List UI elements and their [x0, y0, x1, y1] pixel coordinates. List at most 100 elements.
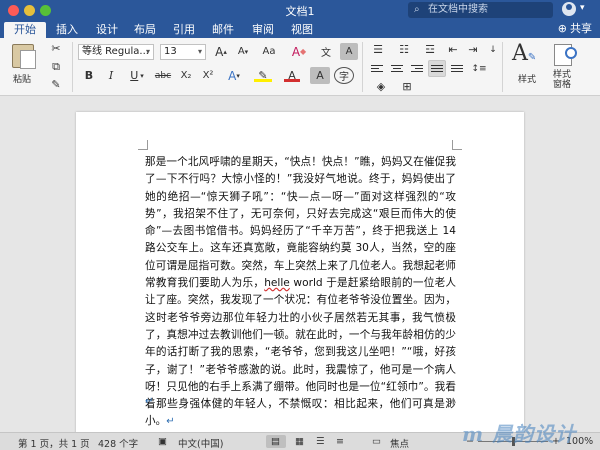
phonetic-guide-button[interactable]: 文	[316, 43, 336, 60]
chevron-down-icon: ▾	[140, 71, 144, 80]
styles-icon[interactable]: A✎	[512, 41, 536, 66]
search-placeholder: 在文档中搜索	[428, 4, 488, 15]
proofing-icon[interactable]: ▣	[158, 436, 167, 447]
char-border-button[interactable]: A	[340, 43, 358, 60]
paragraph-mark: ↵	[166, 416, 175, 428]
font-color-button[interactable]: A	[280, 67, 304, 84]
outline-view-icon[interactable]: ☰	[316, 436, 325, 447]
watermark-logo: m 晨韵设计网	[462, 422, 577, 446]
paint-bucket-icon: ◈	[376, 80, 386, 93]
highlight-button[interactable]: ✎	[250, 67, 276, 84]
clear-format-icon: A	[291, 44, 301, 59]
char-border-icon: A	[345, 46, 353, 57]
share-button[interactable]: ⊕ 共享	[558, 21, 592, 37]
page-count[interactable]: 第 1 页，共 1 页	[18, 436, 90, 450]
share-label: 共享	[570, 22, 592, 35]
text-effects-button[interactable]: A ▾	[222, 67, 246, 84]
copy-icon[interactable]: ⧉	[46, 58, 66, 75]
language-status[interactable]: 中文(中国)	[178, 436, 223, 450]
tab-review[interactable]: 审阅	[248, 22, 278, 38]
chevron-down-icon: ▾	[145, 47, 150, 56]
bold-button[interactable]: B	[80, 67, 98, 84]
line-spacing-button[interactable]: ↕≡	[468, 60, 490, 77]
borders-button[interactable]: ⊞	[396, 78, 418, 95]
add-person-icon: ⊕	[557, 22, 567, 35]
multilevel-list-icon: ☲	[425, 43, 435, 56]
sort-button[interactable]: ↓	[484, 41, 502, 58]
font-name-select[interactable]: 等线 Regula... ▾	[78, 44, 154, 60]
enclose-char-button[interactable]: 字	[334, 67, 354, 84]
italic-button[interactable]: I	[102, 67, 120, 84]
justify-button[interactable]	[428, 60, 446, 77]
underline-icon: U	[130, 69, 139, 82]
divider	[502, 42, 503, 92]
strikethrough-button[interactable]: abc	[152, 67, 174, 84]
outdent-icon: ⇤	[448, 43, 458, 56]
misspelled-word[interactable]: helle	[264, 277, 290, 289]
shading-button[interactable]: ◈	[370, 78, 392, 95]
clear-format-button[interactable]: A ◆	[287, 43, 311, 60]
distribute-button[interactable]	[448, 60, 466, 77]
crop-mark	[452, 140, 462, 150]
bullets-button[interactable]: ☰	[366, 41, 390, 58]
document-body[interactable]: 那是一个北风呼啸的星期天，“快点！快点！”瞧，妈妈又在催促我了—下不行吗？大惊小…	[145, 154, 456, 431]
crop-mark	[138, 140, 148, 150]
paragraph-text: 那是一个北风呼啸的星期天，“快点！快点！”瞧，妈妈又在催促我了—下不行吗？大惊小…	[145, 156, 456, 290]
align-right-icon	[411, 63, 423, 74]
paragraph-mark: ↵	[145, 396, 154, 407]
align-center-button[interactable]	[388, 60, 406, 77]
align-left-icon	[371, 63, 383, 74]
title-bar: 文档1 ⌕ 在文档中搜索 ▾	[0, 0, 600, 20]
tab-insert[interactable]: 插入	[52, 22, 82, 38]
tab-design[interactable]: 设计	[92, 22, 122, 38]
sort-icon: ↓	[489, 44, 497, 55]
align-left-button[interactable]	[368, 60, 386, 77]
divider	[362, 42, 363, 92]
search-input[interactable]: ⌕ 在文档中搜索	[408, 2, 553, 18]
grow-font-icon: A	[215, 44, 224, 59]
char-shading-button[interactable]: A	[310, 67, 330, 84]
word-count[interactable]: 428 个字	[98, 436, 138, 450]
chevron-down-icon: ▾	[197, 47, 202, 56]
tab-layout[interactable]: 布局	[130, 22, 160, 38]
tab-references[interactable]: 引用	[169, 22, 199, 38]
increase-indent-button[interactable]: ⇥	[464, 41, 482, 58]
account-icon[interactable]	[562, 2, 576, 16]
shrink-font-button[interactable]: A ▾	[233, 43, 253, 60]
superscript-button[interactable]: X²	[198, 67, 218, 84]
multilevel-list-button[interactable]: ☲	[418, 41, 442, 58]
tab-view[interactable]: 视图	[287, 22, 317, 38]
web-layout-icon: ▦	[295, 436, 304, 447]
align-right-button[interactable]	[408, 60, 426, 77]
highlight-color-bar	[254, 79, 272, 82]
indent-icon: ⇥	[468, 43, 478, 56]
document-page[interactable]: 那是一个北风呼啸的星期天，“快点！快点！”瞧，妈妈又在催促我了—下不行吗？大惊小…	[76, 112, 524, 432]
chevron-down-icon[interactable]: ▾	[580, 3, 585, 13]
paste-label: 粘贴	[13, 75, 32, 85]
subscript-button[interactable]: X₂	[176, 67, 196, 84]
format-painter-icon[interactable]: ✎	[46, 76, 66, 93]
ribbon-tabs: 开始 插入 设计 布局 引用 邮件 审阅 视图 ⊕ 共享	[0, 20, 600, 38]
numbering-button[interactable]: ☷	[392, 41, 416, 58]
paragraph-text: world 于是赶紧给眼前的一位老人让了座。突然，我发现了一个状况：有位老爷爷没…	[145, 277, 456, 428]
tab-mailings[interactable]: 邮件	[208, 22, 238, 38]
grow-font-button[interactable]: A ▴	[211, 43, 231, 60]
change-case-icon: Aa	[262, 46, 276, 57]
focus-label[interactable]: 焦点	[390, 436, 409, 450]
decrease-indent-button[interactable]: ⇤	[444, 41, 462, 58]
distribute-icon	[451, 63, 463, 74]
draft-view-icon[interactable]: ≡	[336, 436, 344, 447]
document-canvas: 那是一个北风呼啸的星期天，“快点！快点！”瞧，妈妈又在催促我了—下不行吗？大惊小…	[0, 96, 600, 432]
divider	[72, 42, 73, 92]
styles-pane-icon[interactable]	[554, 44, 577, 66]
font-size-select[interactable]: 13 ▾	[160, 44, 206, 60]
line-spacing-icon: ↕≡	[471, 63, 487, 74]
focus-icon[interactable]: ▭	[372, 436, 381, 447]
tab-home[interactable]: 开始	[4, 22, 46, 38]
ribbon-home: 粘贴 ✂ ⧉ ✎ 等线 Regula... ▾ 13 ▾ A ▴ A ▾ Aa A ◆ 文…	[0, 38, 600, 96]
underline-button[interactable]: U ▾	[124, 67, 150, 84]
numbered-list-icon: ☷	[399, 43, 409, 56]
change-case-button[interactable]: Aa	[257, 43, 281, 60]
cut-icon[interactable]: ✂	[46, 40, 66, 57]
paste-icon[interactable]	[12, 44, 36, 69]
